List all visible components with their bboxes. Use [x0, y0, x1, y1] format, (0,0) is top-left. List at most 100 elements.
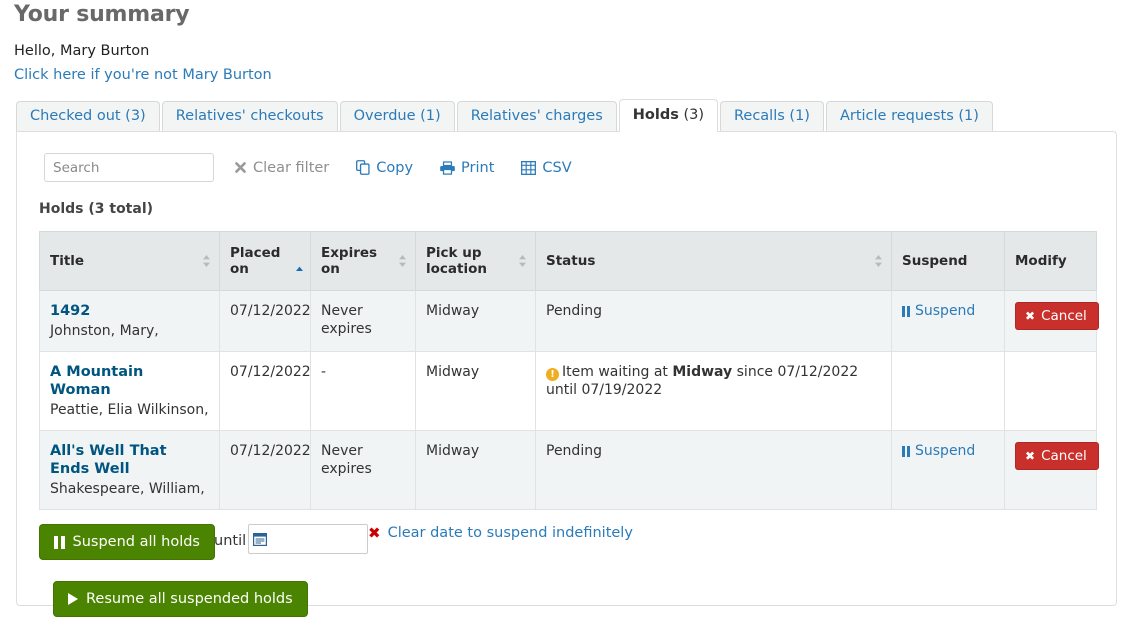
column-header-expires-on[interactable]: Expires on — [310, 231, 416, 291]
tab-relatives-checkouts[interactable]: Relatives' checkouts — [161, 101, 338, 132]
column-label: Modify — [1015, 253, 1067, 269]
cancel-button[interactable]: ✖ Cancel — [1015, 442, 1099, 470]
author-text: Shakespeare, William, — [50, 481, 205, 497]
cell-modify — [1004, 351, 1097, 431]
cell-title: A Mountain Woman Peattie, Elia Wilkinson… — [39, 351, 220, 431]
suspend-label: Suspend — [915, 303, 976, 319]
tab-checked-out[interactable]: Checked out (3) — [16, 101, 160, 132]
holds-table: Title Placed on Expires on Pick up locat… — [39, 231, 1099, 510]
cancel-label: Cancel — [1041, 448, 1087, 464]
clear-filter-label: Clear filter — [253, 159, 330, 176]
clear-date-link[interactable]: ✖ Clear date to suspend indefinitely — [368, 525, 633, 541]
tab-label: Article requests (1) — [839, 108, 979, 124]
summary-header: Your summary Hello, Mary Burton Click he… — [0, 0, 1127, 84]
author-text: Peattie, Elia Wilkinson, — [50, 402, 209, 418]
pause-icon — [902, 445, 910, 457]
cell-expires-on: - — [310, 351, 416, 431]
until-label: until — [214, 533, 247, 549]
cell-pickup-location: Midway — [415, 351, 536, 431]
tab-label: Relatives' charges — [470, 108, 603, 124]
table-toolbar: Clear filter Copy Print — [17, 132, 1116, 182]
cell-placed-on: 07/12/2022 — [219, 430, 311, 510]
status-prefix: Item waiting at — [562, 364, 668, 380]
resume-all-label: Resume all suspended holds — [86, 591, 293, 607]
suspend-label: Suspend — [915, 443, 976, 459]
tab-label: Checked out (3) — [30, 108, 146, 124]
print-button[interactable]: Print — [440, 160, 494, 176]
column-label: Status — [546, 253, 596, 269]
status-location: Midway — [672, 364, 733, 380]
suspend-link[interactable]: Suspend — [902, 442, 975, 460]
cell-suspend — [891, 351, 1005, 431]
cell-suspend: Suspend — [891, 430, 1005, 510]
table-caption: Holds (3 total) — [39, 201, 154, 217]
column-header-title[interactable]: Title — [39, 231, 220, 291]
tab-label: Relatives' checkouts — [175, 108, 324, 124]
cell-pickup-location: Midway — [415, 290, 536, 352]
column-header-pickup-location[interactable]: Pick up location — [415, 231, 536, 291]
play-icon — [68, 593, 78, 605]
tab-label-main: Holds — [632, 107, 679, 123]
tab-recalls[interactable]: Recalls (1) — [719, 101, 824, 132]
close-icon — [234, 161, 247, 174]
search-input[interactable] — [44, 153, 214, 182]
tab-label-count: (3) — [683, 107, 704, 123]
column-label: Pick up location — [426, 245, 487, 277]
table-row: A Mountain Woman Peattie, Elia Wilkinson… — [39, 351, 1097, 431]
cell-title: All's Well That Ends Well Shakespeare, W… — [39, 430, 220, 510]
page-title: Your summary — [14, 2, 190, 27]
csv-label: CSV — [542, 159, 572, 176]
calendar-icon — [253, 532, 268, 546]
holds-panel: Clear filter Copy Print — [16, 131, 1117, 617]
title-link[interactable]: A Mountain Woman — [50, 363, 209, 399]
cell-placed-on: 07/12/2022 — [219, 290, 311, 352]
sort-none-icon — [874, 254, 883, 268]
column-label: Placed on — [230, 245, 281, 277]
tab-holds[interactable]: Holds (3) — [618, 99, 718, 132]
suspend-until-date-input[interactable] — [248, 524, 368, 554]
warning-icon: ! — [546, 368, 559, 381]
tab-overdue[interactable]: Overdue (1) — [339, 101, 455, 132]
column-header-modify: Modify — [1004, 231, 1097, 291]
cell-pickup-location: Midway — [415, 430, 536, 510]
table-icon — [521, 160, 537, 175]
tab-article-requests[interactable]: Article requests (1) — [825, 101, 993, 132]
cancel-button[interactable]: ✖ Cancel — [1015, 302, 1099, 330]
summary-tabs: Checked out (3) Relatives' checkouts Ove… — [16, 99, 995, 132]
column-header-status[interactable]: Status — [535, 231, 892, 291]
title-link[interactable]: 1492 — [50, 302, 209, 320]
greeting-text: Hello, Mary Burton — [14, 43, 150, 59]
table-header-row: Title Placed on Expires on Pick up locat… — [39, 231, 1097, 291]
printer-icon — [440, 160, 455, 175]
title-link[interactable]: All's Well That Ends Well — [50, 442, 209, 478]
cancel-label: Cancel — [1041, 308, 1087, 324]
cell-expires-on: Never expires — [310, 290, 416, 352]
clear-date-label: Clear date to suspend indefinitely — [387, 525, 633, 541]
cell-placed-on: 07/12/2022 — [219, 351, 311, 431]
pause-icon — [902, 305, 910, 317]
column-header-suspend: Suspend — [891, 231, 1005, 291]
tab-relatives-charges[interactable]: Relatives' charges — [456, 101, 617, 132]
resume-all-holds-button[interactable]: Resume all suspended holds — [53, 581, 308, 617]
suspend-link[interactable]: Suspend — [902, 302, 975, 320]
sort-none-icon — [202, 254, 211, 268]
suspend-all-holds-button[interactable]: Suspend all holds — [39, 524, 215, 560]
print-label: Print — [461, 159, 495, 176]
column-header-placed-on[interactable]: Placed on — [219, 231, 311, 291]
holds-table-wrapper: Title Placed on Expires on Pick up locat… — [39, 231, 1099, 510]
copy-button[interactable]: Copy — [356, 160, 413, 176]
table-row: 1492 Johnston, Mary, 07/12/2022 Never ex… — [39, 290, 1099, 352]
column-label: Expires on — [321, 245, 378, 277]
clear-filter-button[interactable]: Clear filter — [234, 160, 329, 176]
tab-label: Recalls (1) — [733, 108, 810, 124]
not-you-link[interactable]: Click here if you're not Mary Burton — [14, 66, 1127, 84]
table-row: All's Well That Ends Well Shakespeare, W… — [39, 430, 1099, 510]
cell-suspend: Suspend — [891, 290, 1005, 352]
csv-button[interactable]: CSV — [521, 159, 572, 176]
cell-status: ! Item waiting at Midway since 07/12/2022… — [535, 351, 892, 431]
cell-title: 1492 Johnston, Mary, — [39, 290, 220, 352]
pause-icon — [54, 535, 65, 549]
cell-expires-on: Never expires — [310, 430, 416, 510]
cell-status: Pending — [535, 290, 892, 352]
cell-status: Pending — [535, 430, 892, 510]
